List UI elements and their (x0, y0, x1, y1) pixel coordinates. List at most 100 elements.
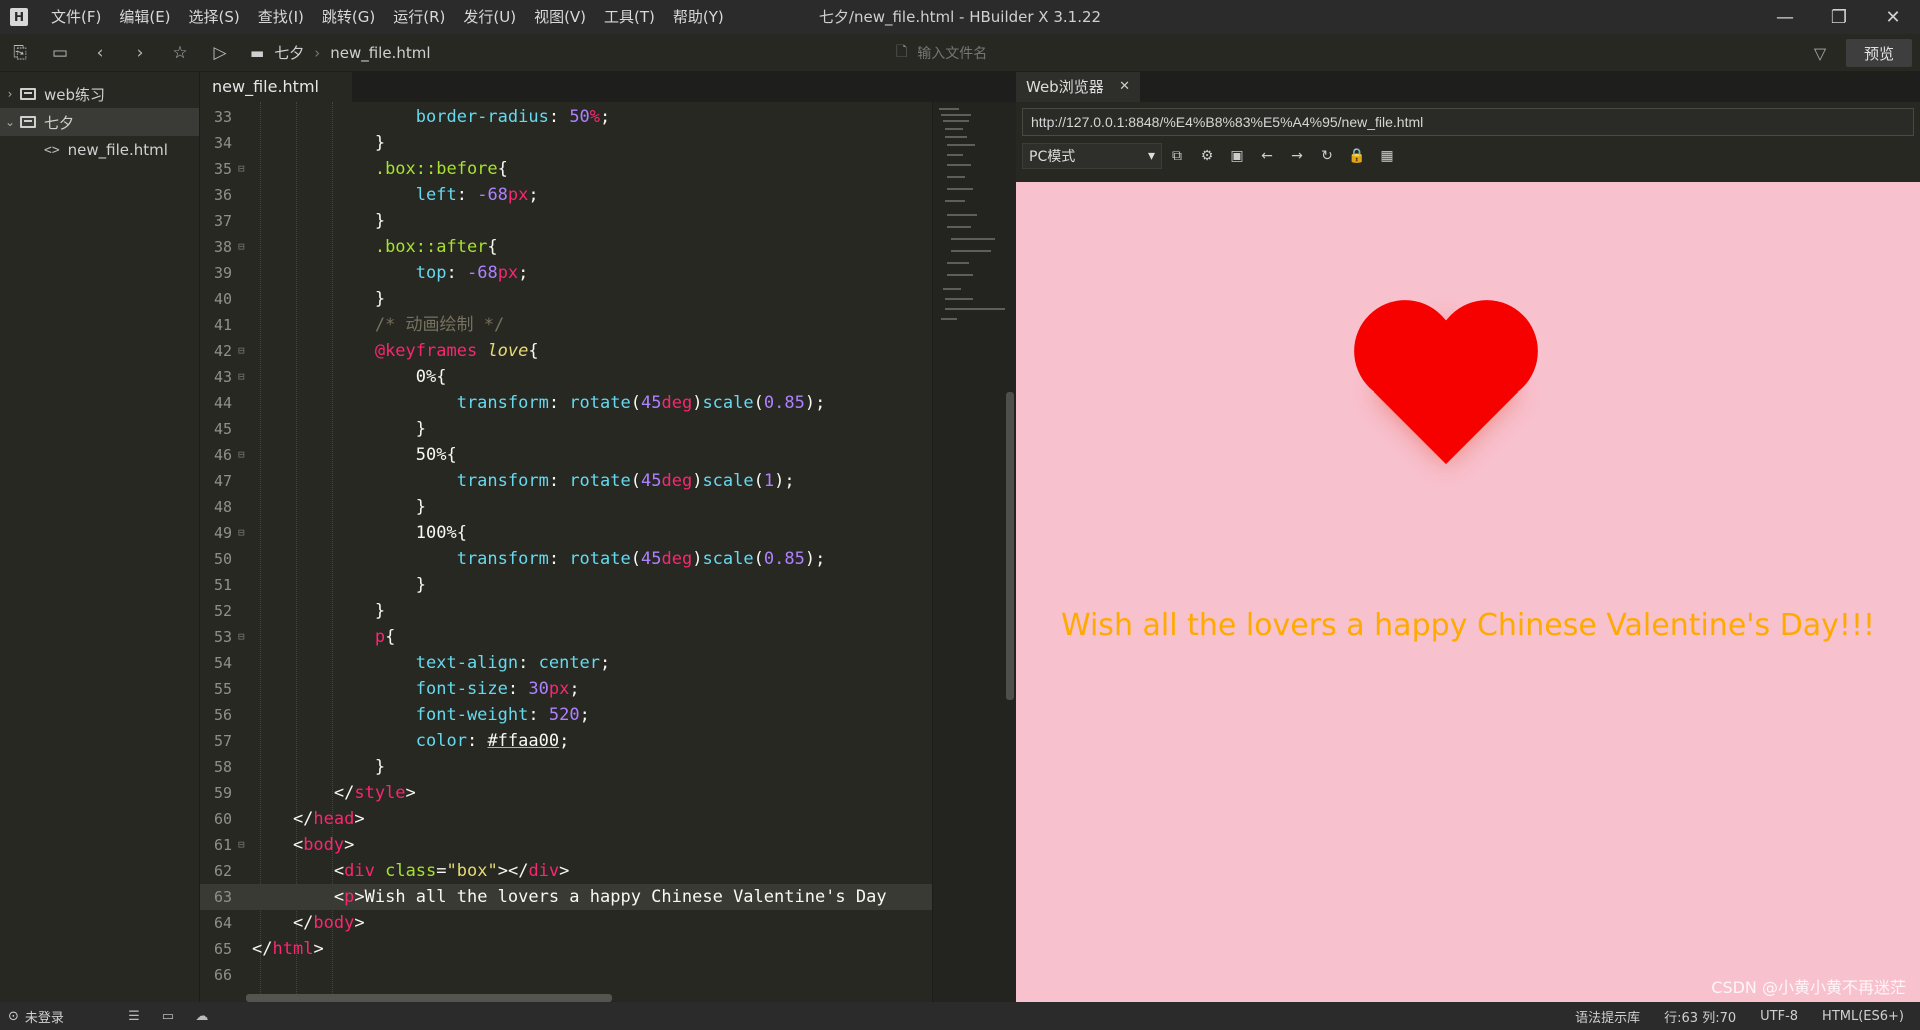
tree-item-label: 七夕 (44, 113, 75, 132)
code-editor[interactable]: 33 border-radius: 50%; 34 } 35 ⊟ .box::be… (200, 102, 1016, 1002)
cursor-position[interactable]: 行:63 列:70 (1664, 1007, 1736, 1026)
tree-item-qixi[interactable]: ⌄ 七夕 (0, 108, 199, 136)
language-mode[interactable]: HTML(ES6+) (1822, 1009, 1904, 1024)
code-line: 60 </head> (213, 809, 365, 829)
chevron-down-icon: ▾ (1147, 148, 1155, 164)
minimap-line (947, 176, 965, 178)
maximize-button[interactable]: ❐ (1812, 0, 1866, 34)
chevron-right-icon[interactable]: › (0, 87, 20, 101)
menu-run[interactable]: 运行(R) (384, 0, 454, 34)
menu-goto[interactable]: 跳转(G) (313, 0, 384, 34)
browser-url-field[interactable]: http://127.0.0.1:8848/%E4%B8%83%E5%A4%95… (1022, 108, 1914, 136)
heart-shape (1373, 319, 1519, 465)
menu-view[interactable]: 视图(V) (525, 0, 595, 34)
filter-icon[interactable]: ▽ (1800, 34, 1840, 72)
browser-tab-label: Web浏览器 (1026, 78, 1104, 96)
code-line: 39 top: -68px; (213, 263, 529, 283)
list-icon[interactable]: ☰ (120, 1009, 148, 1024)
editor-vertical-scrollbar[interactable] (1006, 392, 1014, 700)
code-line: 59 </style> (213, 783, 416, 803)
star-icon[interactable]: ☆ (160, 34, 200, 72)
minimap-line (939, 108, 959, 110)
project-explorer: › web练习 ⌄ 七夕 <> new_file.html (0, 72, 200, 1002)
device-mode-select[interactable]: PC模式 ▾ (1022, 143, 1162, 169)
minimap-line (951, 250, 991, 252)
breadcrumb-folder[interactable]: 七夕 (274, 42, 304, 63)
code-line: 36 left: -68px; (213, 185, 539, 205)
minimap[interactable] (932, 102, 1016, 1002)
close-window-button[interactable]: ✕ (1866, 0, 1920, 34)
file-search-input[interactable] (917, 45, 1178, 61)
tree-item-new-file[interactable]: <> new_file.html (0, 136, 199, 164)
browser-toolbar: PC模式 ▾ ⧉ ⚙ ▣ ← → ↻ 🔒 ▦ (1022, 142, 1402, 170)
code-line: 53 ⊟ p{ (213, 627, 396, 647)
code-line: 38 ⊟ .box::after{ (213, 237, 498, 257)
folder-icon (20, 88, 36, 100)
minimize-button[interactable]: — (1758, 0, 1812, 34)
minimap-line (945, 308, 1005, 310)
code-line: 44 transform: rotate(45deg)scale(0.85); (213, 393, 826, 413)
minimap-line (947, 214, 977, 216)
tree-item-web-practice[interactable]: › web练习 (0, 80, 199, 108)
breadcrumb-file[interactable]: new_file.html (330, 44, 430, 62)
console-icon[interactable]: ▣ (1222, 143, 1252, 169)
minimap-line (945, 128, 963, 130)
editor-horizontal-scrollbar[interactable] (246, 994, 612, 1002)
run-icon[interactable]: ▷ (200, 34, 240, 72)
preview-button[interactable]: 预览 (1846, 39, 1912, 67)
menu-publish[interactable]: 发行(U) (454, 0, 525, 34)
file-encoding[interactable]: UTF-8 (1760, 1009, 1798, 1024)
code-line: 50 transform: rotate(45deg)scale(0.85); (213, 549, 826, 569)
watermark: CSDN @小黄小黄不再迷茫 (1711, 978, 1906, 997)
folder-icon (20, 116, 36, 128)
forward-arrow-icon[interactable]: → (1282, 143, 1312, 169)
menu-tools[interactable]: 工具(T) (595, 0, 664, 34)
code-line: 65 </html> (213, 939, 324, 959)
cloud-icon[interactable]: ☁ (188, 1009, 216, 1024)
html-file-icon: <> (44, 142, 60, 158)
minimap-line (945, 136, 967, 138)
code-line: 58 } (213, 757, 386, 777)
refresh-icon[interactable]: ↻ (1312, 143, 1342, 169)
qr-code-icon[interactable]: ▦ (1372, 143, 1402, 169)
screenshot-icon[interactable]: ⧉ (1162, 143, 1192, 169)
menu-edit[interactable]: 编辑(E) (110, 0, 179, 34)
minimap-line (947, 188, 973, 190)
code-line: 66 (213, 966, 232, 984)
lock-icon[interactable]: 🔒 (1342, 143, 1372, 169)
tree-item-label: web练习 (44, 85, 106, 104)
syntax-library[interactable]: 语法提示库 (1575, 1007, 1640, 1026)
menu-select[interactable]: 选择(S) (180, 0, 249, 34)
file-search: 🗋 (896, 34, 1178, 72)
folder-icon: ▬ (250, 43, 265, 62)
breadcrumb: ▬ 七夕 › new_file.html (250, 42, 431, 63)
back-icon[interactable]: ‹ (80, 34, 120, 72)
browser-viewport: Wish all the lovers a happy Chinese Vale… (1016, 182, 1920, 1002)
devtools-gear-icon[interactable]: ⚙ (1192, 143, 1222, 169)
browser-tab[interactable]: Web浏览器 ✕ (1016, 72, 1140, 102)
user-icon: ⊙ (8, 1008, 19, 1024)
back-arrow-icon[interactable]: ← (1252, 143, 1282, 169)
title-bar: H 文件(F) 编辑(E) 选择(S) 查找(I) 跳转(G) 运行(R) 发行… (0, 0, 1920, 34)
login-status[interactable]: 未登录 (25, 1007, 64, 1026)
code-line: 61 ⊟ <body> (213, 835, 355, 855)
forward-icon[interactable]: › (120, 34, 160, 72)
minimap-line (945, 298, 973, 300)
new-file-icon[interactable]: ⎘ (0, 34, 40, 72)
editor-tab-new-file[interactable]: new_file.html (200, 72, 352, 102)
chevron-down-icon[interactable]: ⌄ (0, 115, 20, 129)
tree-item-label: new_file.html (67, 141, 168, 159)
code-line: 45 } (213, 419, 426, 439)
code-line: 40 } (213, 289, 386, 309)
status-bar: ⊙ 未登录 ☰ ▭ ☁ 语法提示库 行:63 列:70 UTF-8 HTML(E… (0, 1002, 1920, 1030)
save-icon[interactable]: ▭ (40, 34, 80, 72)
code-line: 62 <div class="box"></div> (213, 861, 570, 881)
menu-help[interactable]: 帮助(Y) (664, 0, 733, 34)
menu-find[interactable]: 查找(I) (249, 0, 313, 34)
menu-file[interactable]: 文件(F) (42, 0, 110, 34)
close-icon[interactable]: ✕ (1119, 72, 1130, 102)
terminal-icon[interactable]: ▭ (154, 1009, 182, 1024)
minimap-line (941, 318, 957, 320)
code-line: 51 } (213, 575, 426, 595)
status-left: ⊙ 未登录 ☰ ▭ ☁ (8, 1007, 216, 1026)
